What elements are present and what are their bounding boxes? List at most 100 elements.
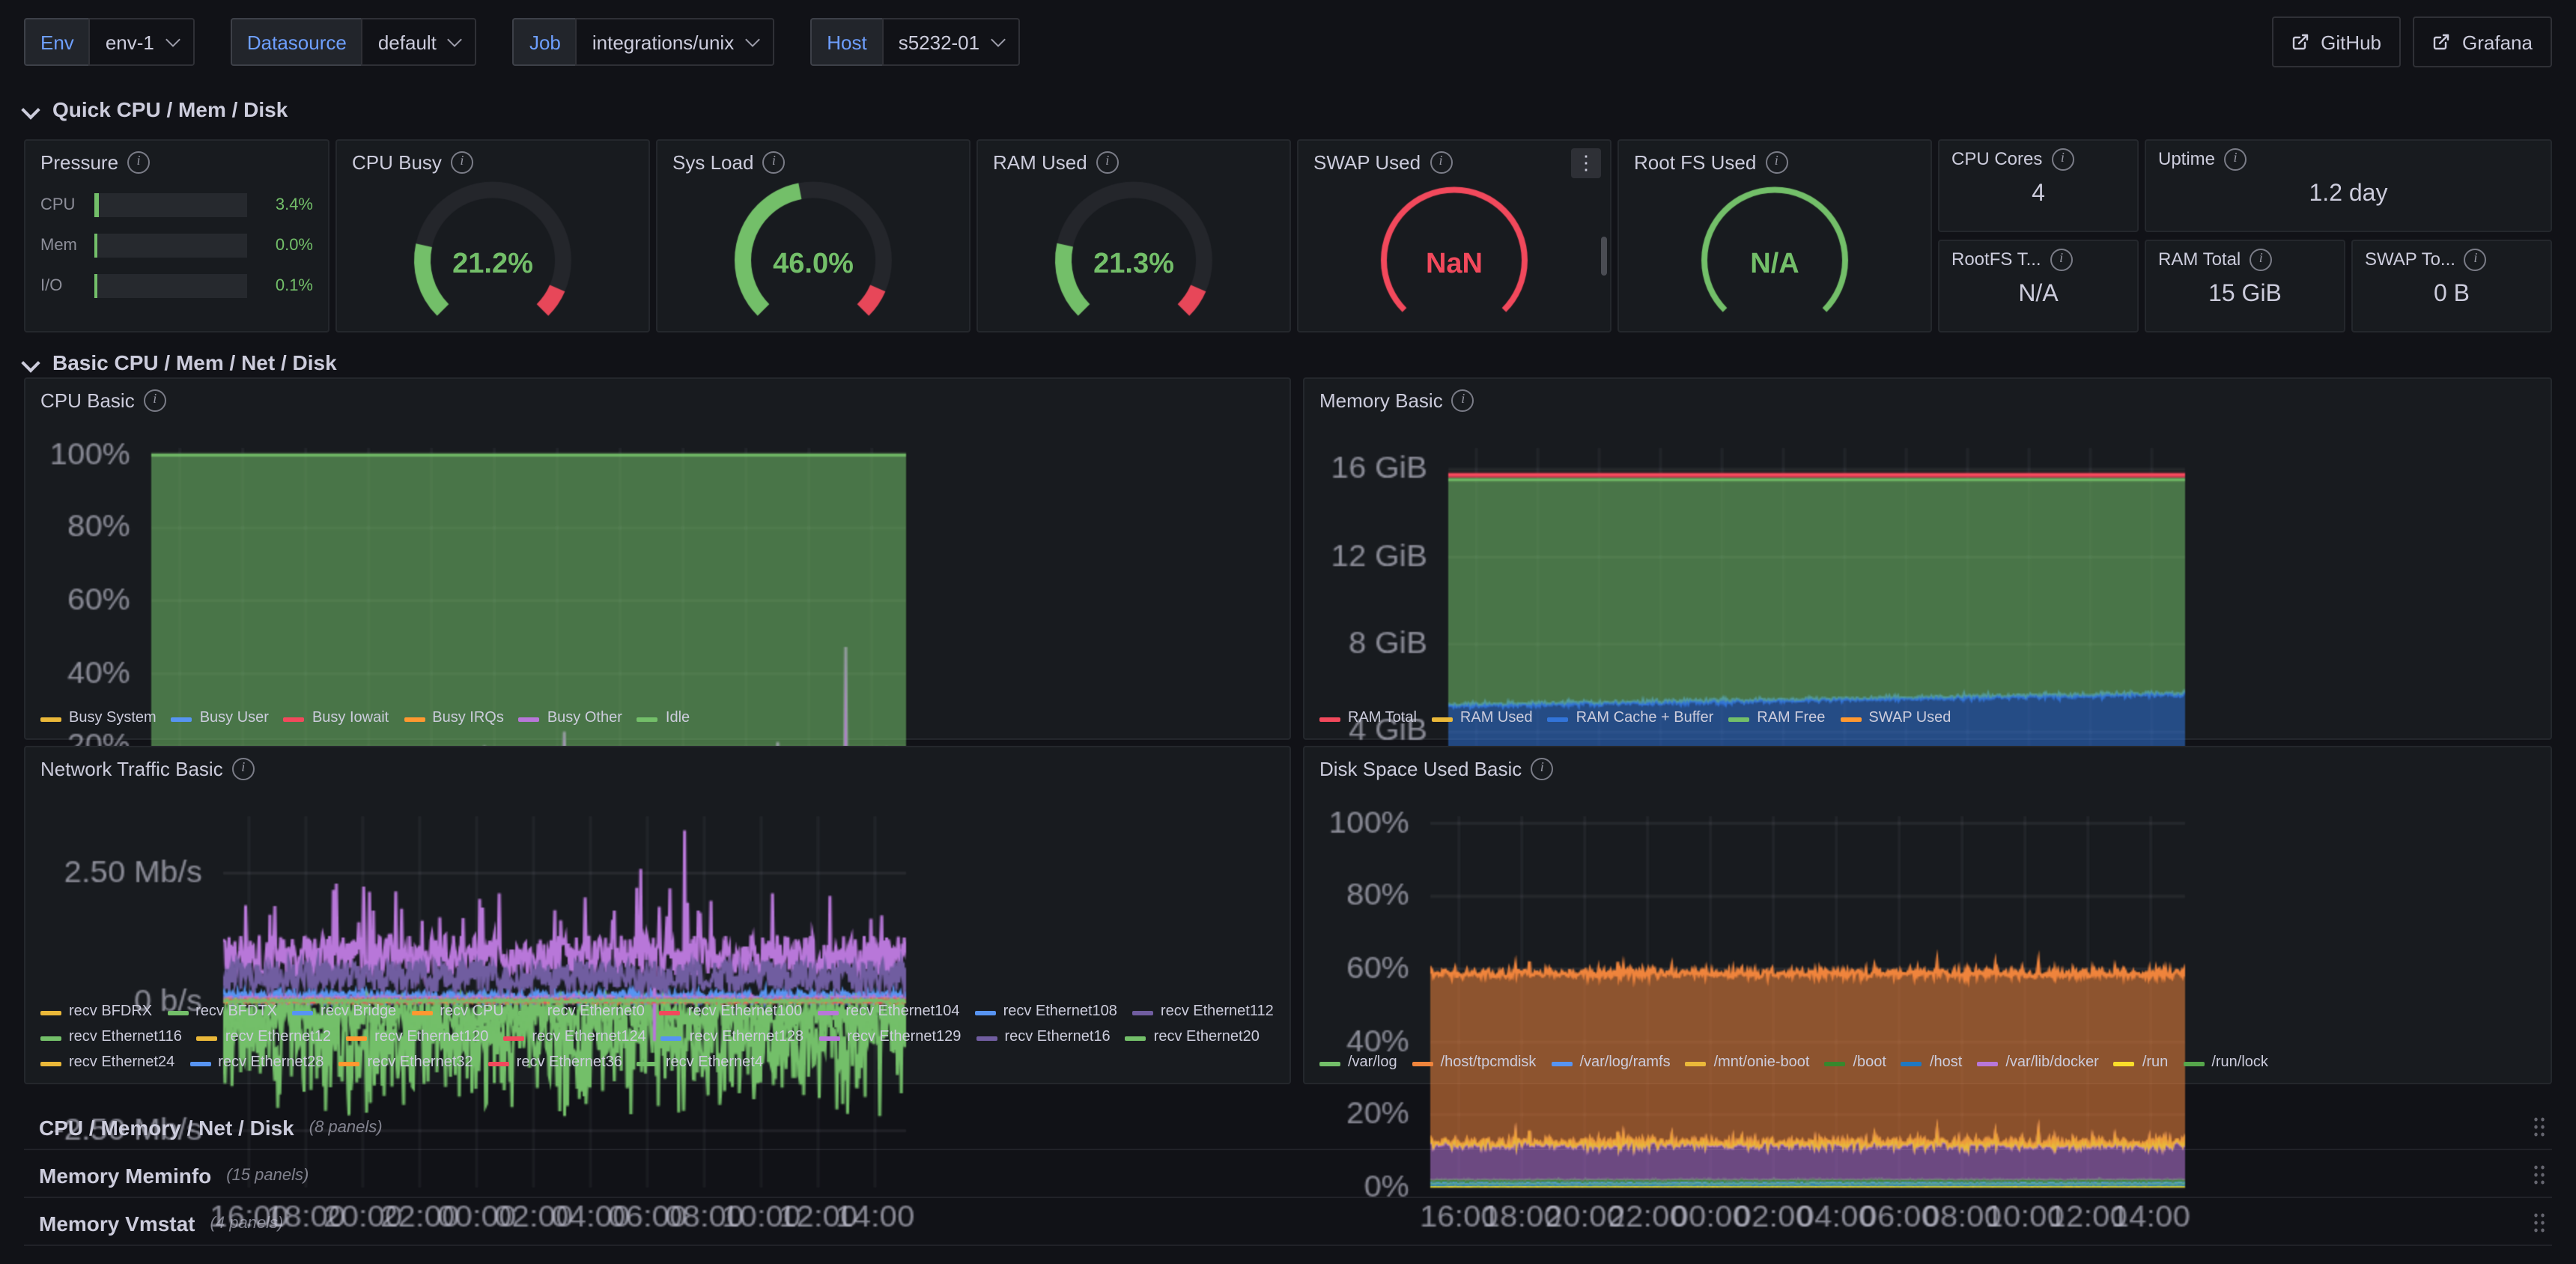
row-cpu-memory-net-disk[interactable]: CPU / Memory / Net / Disk (8 panels) bbox=[24, 1105, 2552, 1150]
legend-item[interactable]: recv BFDRX bbox=[40, 1002, 152, 1023]
legend-item[interactable]: RAM Cache + Buffer bbox=[1548, 708, 1714, 729]
row-header-basic[interactable]: Basic CPU / Mem / Net / Disk bbox=[24, 343, 337, 382]
row-memory-vmstat[interactable]: Memory Vmstat (4 panels) bbox=[24, 1201, 2552, 1246]
legend-item[interactable]: /var/log bbox=[1319, 1053, 1397, 1074]
info-icon[interactable]: i bbox=[762, 151, 785, 173]
drag-handle-icon[interactable] bbox=[2533, 1212, 2546, 1234]
legend-item[interactable]: /var/lib/docker bbox=[1977, 1053, 2099, 1074]
legend-item[interactable]: recv Ethernet104 bbox=[817, 1002, 959, 1023]
legend-item[interactable]: /var/log/ramfs bbox=[1551, 1053, 1670, 1074]
info-icon[interactable]: i bbox=[1430, 151, 1452, 173]
legend-item[interactable]: recv Ethernet4 bbox=[637, 1053, 763, 1074]
legend-item[interactable]: recv Ethernet24 bbox=[40, 1053, 174, 1074]
variable-datasource[interactable]: Datasource default bbox=[231, 18, 477, 66]
legend-item[interactable]: recv BFDTX bbox=[167, 1002, 277, 1023]
legend-item[interactable]: /run bbox=[2114, 1053, 2168, 1074]
variable-job-value[interactable]: integrations/unix bbox=[576, 18, 774, 66]
variable-host-value[interactable]: s5232-01 bbox=[882, 18, 1020, 66]
legend-color-icon bbox=[40, 1010, 61, 1015]
info-icon[interactable]: i bbox=[2050, 248, 2073, 270]
info-icon[interactable]: i bbox=[127, 151, 150, 173]
legend-item[interactable]: /boot bbox=[1824, 1053, 1886, 1074]
panel-header[interactable]: Disk Space Used Basic i bbox=[1304, 747, 2551, 789]
legend-item[interactable]: recv Ethernet124 bbox=[503, 1027, 645, 1048]
legend-item[interactable]: recv Ethernet36 bbox=[488, 1053, 622, 1074]
panel-header[interactable]: RAM Used i bbox=[978, 141, 1289, 183]
legend-item[interactable]: SWAP Used bbox=[1840, 708, 1951, 729]
legend-item[interactable]: Busy Other bbox=[519, 708, 622, 729]
info-icon[interactable]: i bbox=[1531, 757, 1553, 780]
panel-menu-icon[interactable]: ⋮ bbox=[1571, 148, 1601, 178]
info-icon[interactable]: i bbox=[451, 151, 473, 173]
legend-item[interactable]: /host bbox=[1901, 1053, 1962, 1074]
info-icon[interactable]: i bbox=[1452, 389, 1474, 411]
legend-item[interactable]: RAM Free bbox=[1728, 708, 1825, 729]
legend-item[interactable]: /mnt/onie-boot bbox=[1686, 1053, 1810, 1074]
legend-item[interactable]: Idle bbox=[637, 708, 690, 729]
legend-item[interactable]: recv Ethernet0 bbox=[519, 1002, 645, 1023]
panel-header[interactable]: Memory Basic i bbox=[1304, 379, 2551, 421]
panel-header[interactable]: Root FS Used i bbox=[1619, 141, 1931, 183]
legend-item[interactable]: recv CPU bbox=[411, 1002, 504, 1023]
legend-item[interactable]: Busy System bbox=[40, 708, 157, 729]
legend-item[interactable]: RAM Used bbox=[1432, 708, 1533, 729]
legend-item[interactable]: Busy IRQs bbox=[404, 708, 504, 729]
legend-item[interactable]: /host/tpcmdisk bbox=[1412, 1053, 1537, 1074]
stat-value: 15 GiB bbox=[2146, 282, 2344, 309]
legend-label: recv Ethernet116 bbox=[69, 1027, 182, 1048]
info-icon[interactable]: i bbox=[2464, 248, 2487, 270]
info-icon[interactable]: i bbox=[232, 757, 255, 780]
variable-host[interactable]: Host s5232-01 bbox=[810, 18, 1020, 66]
variable-job[interactable]: Job integrations/unix bbox=[513, 18, 774, 66]
info-icon[interactable]: i bbox=[1765, 151, 1787, 173]
panel-header[interactable]: Uptime i bbox=[2146, 141, 2551, 177]
row-header-quick[interactable]: Quick CPU / Mem / Disk bbox=[24, 90, 288, 129]
legend-item[interactable]: RAM Total bbox=[1319, 708, 1417, 729]
legend-item[interactable]: recv Ethernet129 bbox=[818, 1027, 961, 1048]
legend-item[interactable]: recv Ethernet116 bbox=[40, 1027, 182, 1048]
legend-item[interactable]: recv Ethernet28 bbox=[189, 1053, 323, 1074]
legend-label: Idle bbox=[666, 708, 690, 729]
legend-item[interactable]: recv Bridge bbox=[292, 1002, 396, 1023]
variable-env[interactable]: Env env-1 bbox=[24, 18, 195, 66]
legend-item[interactable]: recv Ethernet16 bbox=[976, 1027, 1110, 1048]
legend-label: recv Ethernet120 bbox=[374, 1027, 488, 1048]
variable-datasource-value[interactable]: default bbox=[362, 18, 477, 66]
panel-header[interactable]: Network Traffic Basic i bbox=[25, 747, 1289, 789]
panel-header[interactable]: CPU Busy i bbox=[337, 141, 648, 183]
disk-basic-legend: /var/log/host/tpcmdisk/var/log/ramfs/mnt… bbox=[1319, 1053, 2539, 1074]
legend-item[interactable]: recv Ethernet128 bbox=[661, 1027, 804, 1048]
legend-item[interactable]: Busy Iowait bbox=[284, 708, 389, 729]
legend-item[interactable]: recv Ethernet32 bbox=[338, 1053, 473, 1074]
legend-item[interactable]: recv Ethernet100 bbox=[660, 1002, 802, 1023]
info-icon[interactable]: i bbox=[2250, 248, 2272, 270]
legend-item[interactable]: recv Ethernet20 bbox=[1126, 1027, 1260, 1048]
legend-color-icon bbox=[1686, 1061, 1707, 1066]
panel-ram-used: RAM Used i 21.3% bbox=[976, 139, 1291, 332]
grafana-link-button[interactable]: Grafana bbox=[2413, 16, 2552, 67]
info-icon[interactable]: i bbox=[144, 389, 166, 411]
legend-item[interactable]: recv Ethernet112 bbox=[1132, 1002, 1274, 1023]
drag-handle-icon[interactable] bbox=[2533, 1164, 2546, 1186]
variable-env-value[interactable]: env-1 bbox=[89, 18, 195, 66]
panel-header[interactable]: SWAP Used i bbox=[1298, 141, 1610, 183]
drag-handle-icon[interactable] bbox=[2533, 1116, 2546, 1138]
legend-item[interactable]: Busy User bbox=[171, 708, 269, 729]
github-link-button[interactable]: GitHub bbox=[2271, 16, 2401, 67]
panel-header[interactable]: CPU Cores i bbox=[1939, 141, 2137, 177]
panel-header[interactable]: CPU Basic i bbox=[25, 379, 1289, 421]
row-memory-meminfo[interactable]: Memory Meminfo (15 panels) bbox=[24, 1153, 2552, 1198]
panel-header[interactable]: Sys Load i bbox=[657, 141, 969, 183]
panel-header[interactable]: RAM Total i bbox=[2146, 241, 2344, 277]
legend-item[interactable]: recv Ethernet12 bbox=[197, 1027, 331, 1048]
info-icon[interactable]: i bbox=[1096, 151, 1119, 173]
panel-header[interactable]: Pressure i bbox=[25, 141, 328, 183]
legend-item[interactable]: recv Ethernet120 bbox=[346, 1027, 488, 1048]
panel-header[interactable]: SWAP To... i bbox=[2353, 241, 2551, 277]
info-icon[interactable]: i bbox=[2224, 148, 2247, 170]
panel-header[interactable]: RootFS T... i bbox=[1939, 241, 2137, 277]
pressure-label: I/O bbox=[40, 277, 82, 295]
legend-item[interactable]: recv Ethernet108 bbox=[975, 1002, 1117, 1023]
legend-item[interactable]: /run/lock bbox=[2183, 1053, 2268, 1074]
info-icon[interactable]: i bbox=[2051, 148, 2074, 170]
